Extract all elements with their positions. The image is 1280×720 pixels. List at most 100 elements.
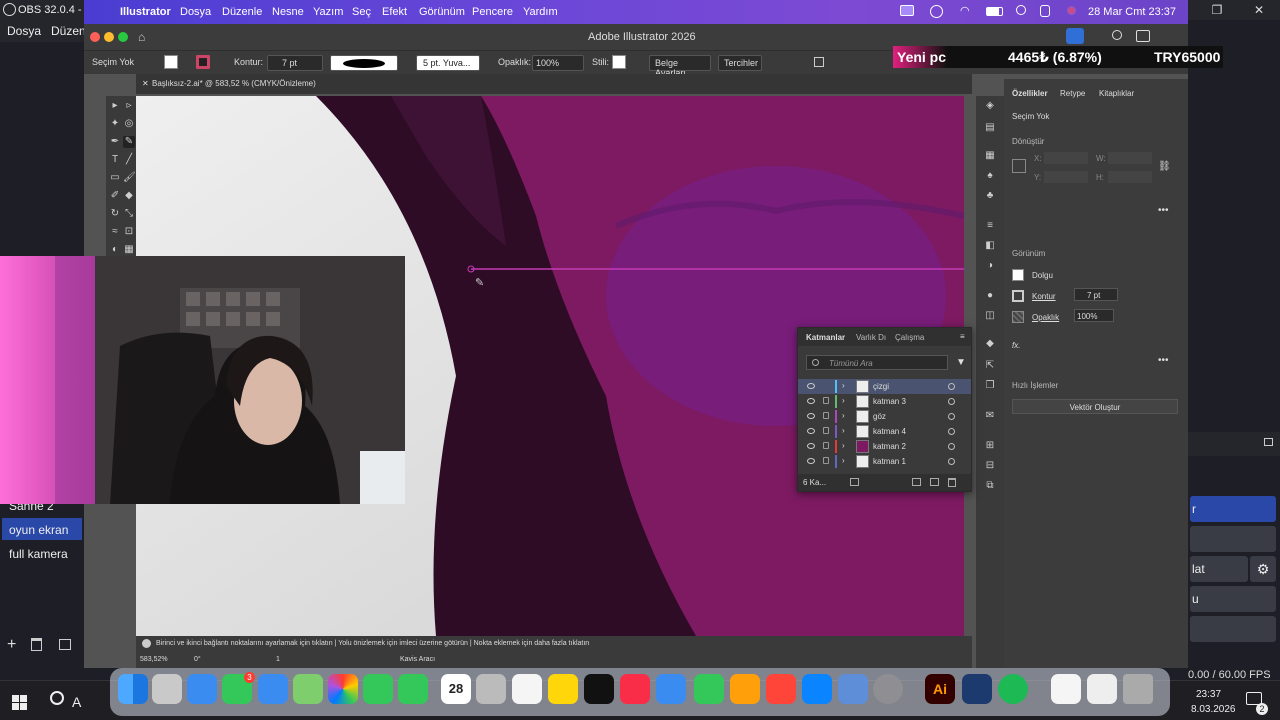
- stroke-swatch[interactable]: [1012, 290, 1024, 302]
- close-tab-icon[interactable]: ✕: [142, 79, 149, 88]
- mac-menu-pencere[interactable]: Pencere: [472, 6, 513, 18]
- tab-libraries[interactable]: Kitaplıklar: [1099, 89, 1134, 98]
- transform-panel-icon[interactable]: ⧉: [984, 480, 996, 492]
- brush-preview[interactable]: [330, 55, 398, 71]
- scale-tool-icon[interactable]: ⤡: [123, 208, 135, 220]
- x-field[interactable]: [1044, 152, 1088, 164]
- control-center-icon[interactable]: [1040, 5, 1050, 17]
- export-layer-icon[interactable]: [850, 478, 859, 486]
- pages-icon[interactable]: [730, 674, 760, 704]
- notes-icon[interactable]: [548, 674, 578, 704]
- safari-icon[interactable]: [187, 674, 217, 704]
- w-field[interactable]: [1108, 152, 1152, 164]
- graphic-styles-icon[interactable]: ◫: [984, 310, 996, 322]
- spotlight-icon[interactable]: [1016, 5, 1026, 15]
- undock-icon[interactable]: [1264, 438, 1273, 446]
- layer-row-goz[interactable]: › göz: [798, 409, 971, 424]
- scene-filter-icon[interactable]: [59, 639, 71, 650]
- properties-icon[interactable]: ◈: [984, 100, 996, 112]
- close-button[interactable]: ✕: [1238, 0, 1280, 20]
- type-tool-icon[interactable]: T: [109, 154, 121, 166]
- layer-row-katman-2[interactable]: › katman 2: [798, 439, 971, 454]
- creative-cloud-icon[interactable]: [930, 5, 943, 18]
- calendar-icon[interactable]: 28: [441, 674, 471, 704]
- launchpad-icon[interactable]: [152, 674, 182, 704]
- screen-record-icon[interactable]: [900, 5, 914, 16]
- zoom-field[interactable]: 583,52%: [140, 656, 168, 663]
- maps-icon[interactable]: [293, 674, 323, 704]
- new-layer-icon[interactable]: [930, 478, 939, 486]
- rocket-icon[interactable]: [766, 674, 796, 704]
- search-icon[interactable]: [50, 691, 64, 705]
- windows-start-icon[interactable]: [12, 695, 27, 710]
- restore-button[interactable]: ❐: [1196, 0, 1238, 20]
- obs-menu-edit[interactable]: Düzen: [51, 24, 86, 38]
- lasso-icon[interactable]: ◎: [123, 118, 135, 130]
- layer-name[interactable]: katman 2: [873, 442, 906, 451]
- delete-layer-icon[interactable]: [948, 478, 956, 487]
- appearance-icon[interactable]: ●: [984, 290, 996, 302]
- obs-start-stream-button[interactable]: r: [1190, 496, 1276, 522]
- tab-artboards[interactable]: Çalışma: [895, 333, 924, 342]
- zoom-window-button[interactable]: [118, 32, 128, 42]
- arrange-icon[interactable]: [814, 57, 824, 67]
- layer-row-cizgi[interactable]: › çizgi: [798, 379, 971, 394]
- document-tab[interactable]: Başlıksız-2.ai* @ 583,52 % (CMYK/Önizlem…: [152, 79, 316, 88]
- phone-icon[interactable]: [398, 674, 428, 704]
- fill-label[interactable]: Dolgu: [1032, 271, 1053, 280]
- scene-item-oyun-ekran[interactable]: oyun ekran: [2, 518, 82, 540]
- curvature-tool-icon[interactable]: ✎: [123, 136, 135, 148]
- workspace-icon[interactable]: [1136, 30, 1150, 42]
- style-swatch[interactable]: [612, 55, 626, 69]
- facetime-icon[interactable]: [363, 674, 393, 704]
- swatches-icon[interactable]: ▦: [984, 150, 996, 162]
- tab-properties[interactable]: Özellikler: [1012, 89, 1048, 98]
- new-sublayer-icon[interactable]: [912, 478, 921, 486]
- search-text-stub[interactable]: A: [72, 694, 81, 710]
- fx-button[interactable]: fx.: [1012, 341, 1020, 350]
- preferences-button[interactable]: Tercihler: [718, 55, 762, 71]
- obs-studio-mode-button[interactable]: u: [1190, 586, 1276, 612]
- obs-virtual-cam-button[interactable]: lat: [1190, 556, 1248, 582]
- finder-icon[interactable]: [118, 674, 148, 704]
- battery-icon[interactable]: [986, 7, 1003, 16]
- magic-wand-icon[interactable]: ✦: [109, 118, 121, 130]
- gradient-icon[interactable]: ◧: [984, 240, 996, 252]
- tab-retype[interactable]: Retype: [1060, 89, 1085, 98]
- more-options-icon[interactable]: •••: [1158, 205, 1169, 216]
- layers-menu-icon[interactable]: ≡: [960, 332, 965, 341]
- mac-menu-gorunum[interactable]: Görünüm: [419, 6, 465, 18]
- mac-menu-nesne[interactable]: Nesne: [272, 6, 304, 18]
- opacity-prop-field[interactable]: 100%: [1074, 309, 1114, 322]
- symbols-icon[interactable]: ♣: [984, 190, 996, 202]
- align-icon[interactable]: ⊞: [984, 440, 996, 452]
- constrain-link-icon[interactable]: ⛓: [1158, 161, 1171, 172]
- obs-settings-button[interactable]: [1190, 616, 1276, 642]
- shape-builder-icon[interactable]: ◐: [109, 244, 121, 256]
- screenshot-icon[interactable]: [1087, 674, 1117, 704]
- mac-menu-dosya[interactable]: Dosya: [180, 6, 211, 18]
- pathfinder-icon[interactable]: ⊟: [984, 460, 996, 472]
- close-window-button[interactable]: [90, 32, 100, 42]
- stroke-weight-field[interactable]: 7 pt: [267, 55, 323, 71]
- mac-menu-yardim[interactable]: Yardım: [523, 6, 558, 18]
- obs-menu-file[interactable]: Dosya: [7, 24, 41, 38]
- mac-app-name[interactable]: Illustrator: [120, 6, 171, 18]
- eraser-icon[interactable]: ◆: [123, 190, 135, 202]
- perspective-icon[interactable]: ▦: [123, 244, 135, 256]
- stroke-prop-label[interactable]: Kontur: [1032, 292, 1056, 301]
- layer-name[interactable]: göz: [873, 412, 886, 421]
- gear-icon[interactable]: ⚙: [1250, 556, 1276, 582]
- appearance-more-icon[interactable]: •••: [1158, 355, 1169, 366]
- h-field[interactable]: [1108, 171, 1152, 183]
- appstore-icon[interactable]: [802, 674, 832, 704]
- music-icon[interactable]: [620, 674, 650, 704]
- siri-icon[interactable]: [1067, 6, 1076, 15]
- share-icon[interactable]: [1066, 28, 1084, 44]
- stroke-panel-icon[interactable]: ≡: [984, 220, 996, 232]
- tab-asset-export[interactable]: Varlık Dı: [856, 333, 886, 342]
- trash-icon[interactable]: [1123, 674, 1153, 704]
- numbers-icon[interactable]: [694, 674, 724, 704]
- home-icon[interactable]: ⌂: [138, 30, 145, 44]
- vectorize-button[interactable]: Vektör Oluştur: [1012, 399, 1178, 414]
